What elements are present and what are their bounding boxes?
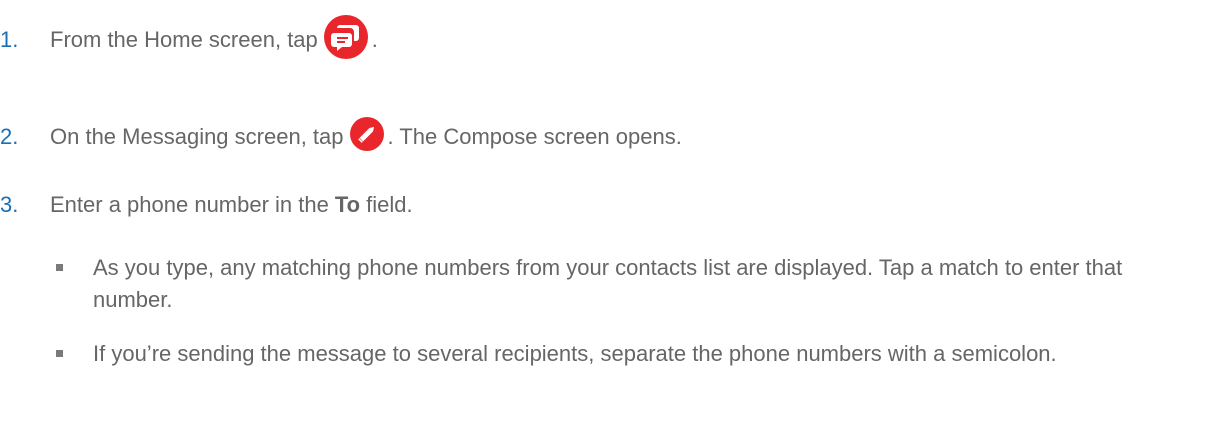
- step-3-number: 3.: [0, 192, 19, 217]
- step-1-text: From the Home screen, tap .: [50, 15, 378, 62]
- bullet-marker: [56, 350, 63, 357]
- step-1-after: .: [371, 27, 378, 52]
- step-1-number: 1.: [0, 27, 19, 52]
- step-3-before: Enter a phone number in the: [50, 192, 329, 217]
- bullet-marker: [56, 264, 63, 271]
- messaging-app-icon: [323, 14, 369, 66]
- step-2-after: . The Compose screen opens.: [387, 124, 682, 149]
- bullet-1-text: As you type, any matching phone numbers …: [93, 255, 1123, 312]
- step-2-before: On the Messaging screen, tap: [50, 124, 344, 149]
- step-3-text: Enter a phone number in the To field.: [50, 192, 413, 218]
- step-1-before: From the Home screen, tap: [50, 27, 318, 52]
- compose-pencil-icon: [349, 116, 385, 158]
- bullet-2-text: If you’re sending the message to several…: [93, 341, 1057, 366]
- step-3-bold-to: To: [334, 192, 361, 217]
- step-3-after: field.: [366, 192, 413, 217]
- step-2-text: On the Messaging screen, tap . The Compo…: [50, 117, 682, 157]
- step-2-number: 2.: [0, 124, 19, 149]
